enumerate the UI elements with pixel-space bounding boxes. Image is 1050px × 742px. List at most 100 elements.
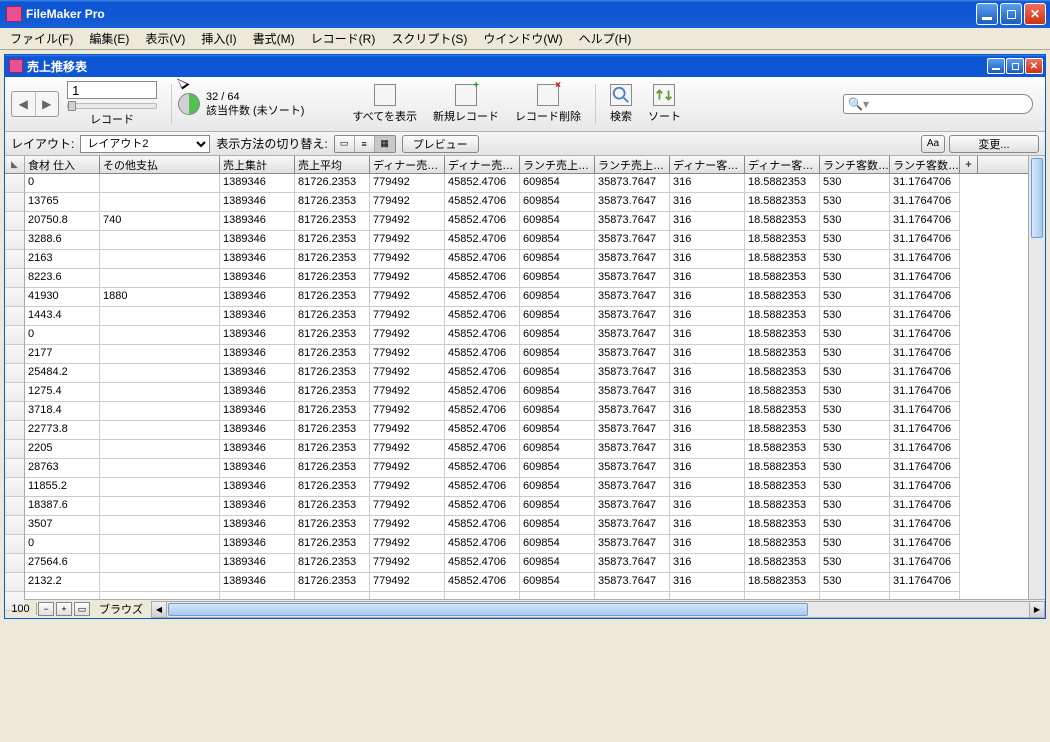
edit-layout-button[interactable]: 変更...: [949, 135, 1039, 153]
table-cell[interactable]: 18.5882353: [745, 364, 820, 383]
table-cell[interactable]: 0: [25, 535, 100, 554]
app-maximize-button[interactable]: [1000, 3, 1022, 25]
table-cell[interactable]: 316: [670, 573, 745, 592]
table-cell[interactable]: 316: [670, 459, 745, 478]
table-cell[interactable]: 530: [820, 554, 890, 573]
table-cell[interactable]: 609854: [520, 269, 595, 288]
table-cell[interactable]: 81726.2353: [295, 478, 370, 497]
column-header[interactable]: ランチ客数…: [890, 156, 960, 173]
table-cell[interactable]: 530: [820, 516, 890, 535]
table-cell[interactable]: [100, 364, 220, 383]
table-cell[interactable]: 45852.4706: [445, 231, 520, 250]
table-cell[interactable]: 31.1764706: [890, 497, 960, 516]
view-form-button[interactable]: ▭: [335, 136, 355, 152]
table-cell[interactable]: 45852.4706: [445, 193, 520, 212]
row-header[interactable]: [5, 516, 24, 535]
table-cell[interactable]: [100, 592, 220, 599]
table-cell[interactable]: 35873.7647: [595, 345, 670, 364]
corner-cell[interactable]: ◣: [5, 156, 24, 174]
table-cell[interactable]: 779492: [370, 231, 445, 250]
table-cell[interactable]: 779492: [370, 478, 445, 497]
table-cell[interactable]: 31.1764706: [890, 554, 960, 573]
table-cell[interactable]: 316: [670, 345, 745, 364]
row-header[interactable]: [5, 288, 24, 307]
table-row[interactable]: 1443.4138934681726.235377949245852.47066…: [25, 307, 1028, 326]
table-cell[interactable]: 530: [820, 573, 890, 592]
table-cell[interactable]: 779492: [370, 383, 445, 402]
table-cell[interactable]: [220, 592, 295, 599]
table-row[interactable]: 3507138934681726.235377949245852.4706609…: [25, 516, 1028, 535]
table-cell[interactable]: 609854: [520, 231, 595, 250]
table-cell[interactable]: 35873.7647: [595, 459, 670, 478]
table-cell[interactable]: 530: [820, 478, 890, 497]
table-cell[interactable]: 35873.7647: [595, 383, 670, 402]
table-cell[interactable]: 3718.4: [25, 402, 100, 421]
table-cell[interactable]: 18.5882353: [745, 269, 820, 288]
table-cell[interactable]: 18.5882353: [745, 573, 820, 592]
table-cell[interactable]: 35873.7647: [595, 535, 670, 554]
table-row[interactable]: 2132.2138934681726.235377949245852.47066…: [25, 573, 1028, 592]
table-cell[interactable]: 81726.2353: [295, 174, 370, 193]
table-cell[interactable]: 31.1764706: [890, 383, 960, 402]
table-cell[interactable]: 316: [670, 535, 745, 554]
formatting-button[interactable]: Aa: [921, 135, 945, 153]
table-cell[interactable]: 316: [670, 516, 745, 535]
row-header[interactable]: [5, 497, 24, 516]
table-cell[interactable]: 81726.2353: [295, 440, 370, 459]
row-header[interactable]: [5, 459, 24, 478]
table-cell[interactable]: 316: [670, 402, 745, 421]
table-cell[interactable]: 530: [820, 421, 890, 440]
column-header[interactable]: 食材 仕入: [25, 156, 100, 173]
table-cell[interactable]: [100, 402, 220, 421]
table-row[interactable]: 3718.4138934681726.235377949245852.47066…: [25, 402, 1028, 421]
table-cell[interactable]: [100, 193, 220, 212]
table-row[interactable]: 13765138934681726.235377949245852.470660…: [25, 193, 1028, 212]
table-cell[interactable]: 35873.7647: [595, 440, 670, 459]
table-cell[interactable]: 45852.4706: [445, 383, 520, 402]
table-cell[interactable]: 81726.2353: [295, 554, 370, 573]
table-cell[interactable]: 779492: [370, 174, 445, 193]
table-cell[interactable]: 530: [820, 231, 890, 250]
table-cell[interactable]: [745, 592, 820, 599]
table-cell[interactable]: 45852.4706: [445, 459, 520, 478]
table-cell[interactable]: 35873.7647: [595, 421, 670, 440]
table-cell[interactable]: 35873.7647: [595, 573, 670, 592]
table-cell[interactable]: 81726.2353: [295, 193, 370, 212]
table-cell[interactable]: 18.5882353: [745, 516, 820, 535]
table-cell[interactable]: 779492: [370, 269, 445, 288]
row-header[interactable]: [5, 364, 24, 383]
app-minimize-button[interactable]: [976, 3, 998, 25]
table-cell[interactable]: 530: [820, 288, 890, 307]
table-cell[interactable]: 779492: [370, 573, 445, 592]
view-list-button[interactable]: ≡: [355, 136, 375, 152]
table-cell[interactable]: 41930: [25, 288, 100, 307]
vertical-scrollbar[interactable]: [1028, 156, 1045, 599]
table-cell[interactable]: 35873.7647: [595, 231, 670, 250]
table-cell[interactable]: 609854: [520, 383, 595, 402]
table-cell[interactable]: 316: [670, 193, 745, 212]
table-cell[interactable]: 18.5882353: [745, 402, 820, 421]
next-record-icon[interactable]: ▶: [36, 92, 59, 116]
table-cell[interactable]: [100, 250, 220, 269]
table-cell[interactable]: [100, 307, 220, 326]
table-cell[interactable]: 609854: [520, 288, 595, 307]
table-row[interactable]: 18387.6138934681726.235377949245852.4706…: [25, 497, 1028, 516]
table-cell[interactable]: 779492: [370, 554, 445, 573]
document-minimize-button[interactable]: [987, 58, 1005, 74]
table-cell[interactable]: 31.1764706: [890, 174, 960, 193]
table-cell[interactable]: 18.5882353: [745, 554, 820, 573]
table-cell[interactable]: 81726.2353: [295, 364, 370, 383]
table-cell[interactable]: 35873.7647: [595, 402, 670, 421]
table-cell[interactable]: 3507: [25, 516, 100, 535]
table-cell[interactable]: 13765: [25, 193, 100, 212]
table-row[interactable]: 2163138934681726.235377949245852.4706609…: [25, 250, 1028, 269]
row-header[interactable]: [5, 554, 24, 573]
table-cell[interactable]: 81726.2353: [295, 307, 370, 326]
table-cell[interactable]: 31.1764706: [890, 269, 960, 288]
table-cell[interactable]: 81726.2353: [295, 288, 370, 307]
table-cell[interactable]: [100, 535, 220, 554]
column-header[interactable]: ディナー売…: [445, 156, 520, 173]
table-cell[interactable]: 45852.4706: [445, 174, 520, 193]
table-cell[interactable]: 81726.2353: [295, 326, 370, 345]
table-cell[interactable]: 609854: [520, 573, 595, 592]
